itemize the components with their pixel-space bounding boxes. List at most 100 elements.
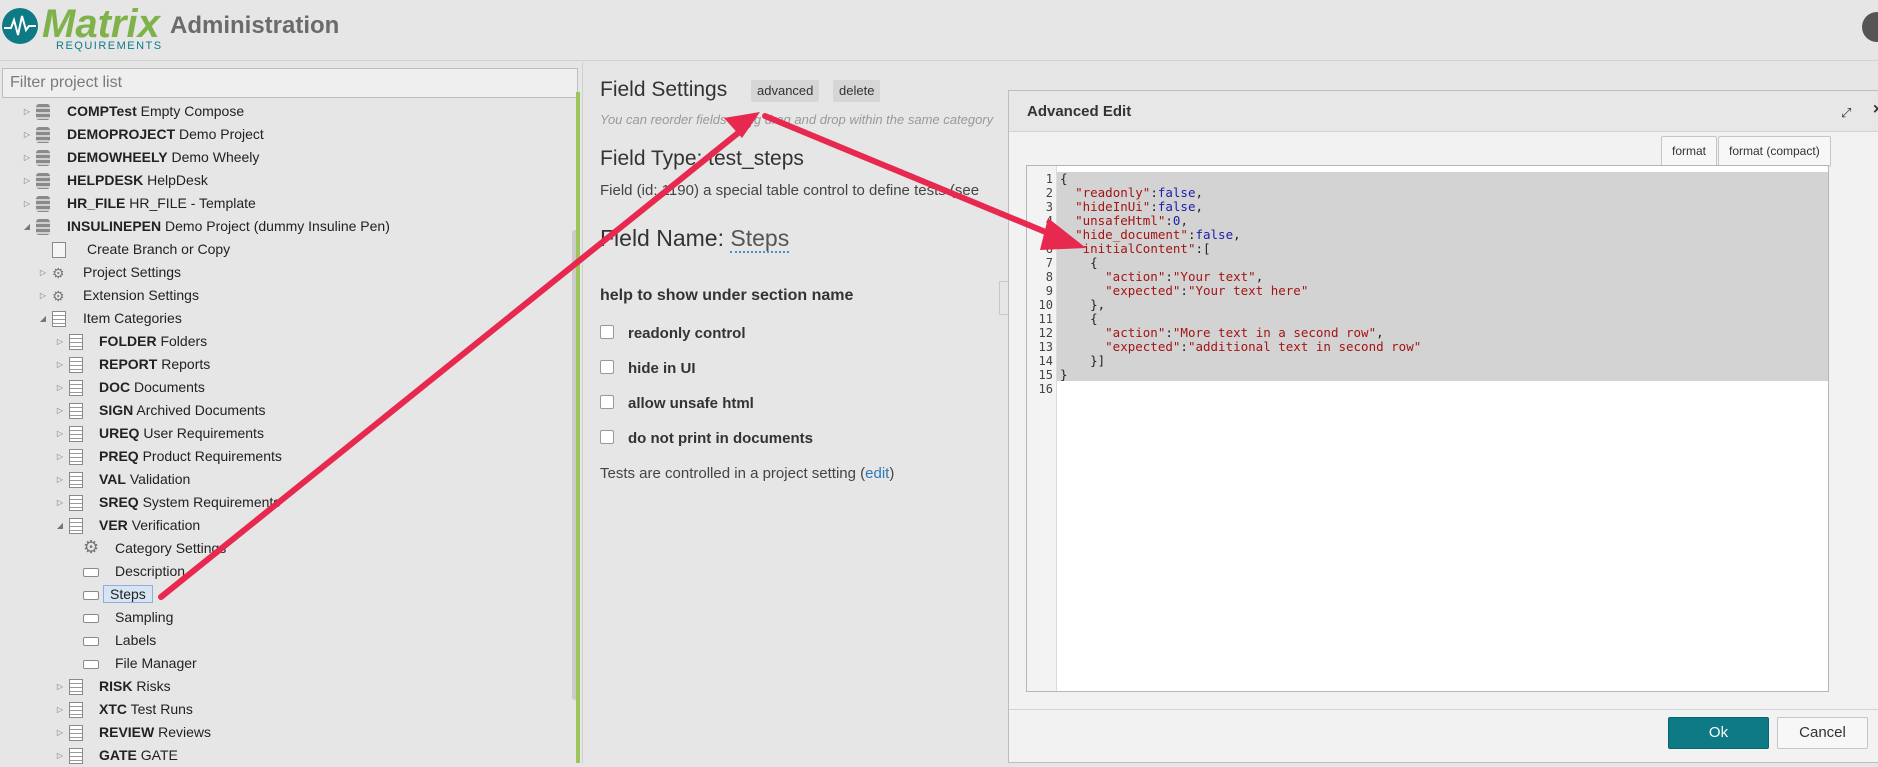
category-icon — [69, 679, 83, 695]
tree-item-insulinepen[interactable]: ◢ INSULINEPEN Demo Project (dummy Insuli… — [22, 215, 390, 238]
option-hide-ui[interactable]: hide in UI — [600, 360, 696, 377]
tree-item-ver[interactable]: ◢ VER Verification — [55, 514, 200, 537]
dialog-titlebar[interactable]: Advanced Edit ⤢ × — [1009, 91, 1878, 132]
expand-arrow-icon[interactable]: ▷ — [55, 445, 65, 468]
tree-item-helpdesk[interactable]: ▷ HELPDESK HelpDesk — [22, 169, 208, 192]
readonly-checkbox[interactable] — [600, 325, 614, 339]
field-icon — [83, 591, 99, 600]
cancel-button[interactable]: Cancel — [1777, 717, 1868, 749]
collapse-arrow-icon[interactable]: ◢ — [55, 514, 65, 537]
project-name: HelpDesk — [147, 172, 208, 188]
expand-arrow-icon[interactable]: ▷ — [55, 721, 65, 744]
tree-item-extension-settings[interactable]: ▷ ⚙ Extension Settings — [38, 284, 199, 307]
option-no-print[interactable]: do not print in documents — [600, 430, 813, 447]
expand-arrow-icon[interactable]: ▷ — [55, 698, 65, 721]
tree-item-ureq[interactable]: ▷ UREQ User Requirements — [55, 422, 264, 445]
filter-project-input[interactable] — [2, 68, 578, 98]
expand-arrow-icon[interactable]: ▷ — [55, 399, 65, 422]
database-icon — [36, 219, 50, 235]
project-name: Empty Compose — [140, 103, 245, 119]
tree-item-item-categories[interactable]: ◢ Item Categories — [38, 307, 182, 330]
expand-arrow-icon[interactable]: ▷ — [55, 422, 65, 445]
edit-link[interactable]: edit — [865, 465, 889, 482]
tree-item-description[interactable]: Description — [83, 560, 185, 583]
expand-arrow-icon[interactable]: ▷ — [55, 491, 65, 514]
field-name-value[interactable]: Steps — [730, 225, 790, 253]
code-line: { — [1060, 311, 1098, 326]
code-line: }, — [1060, 297, 1106, 312]
field-icon — [83, 660, 99, 669]
tree-item-sreq[interactable]: ▷ SREQ System Requirements — [55, 491, 280, 514]
option-unsafe-html[interactable]: allow unsafe html — [600, 395, 754, 412]
category-name: Risks — [136, 678, 171, 694]
category-key: PREQ — [99, 448, 139, 464]
expand-arrow-icon[interactable]: ▷ — [22, 192, 32, 215]
tree-item-create-branch[interactable]: Create Branch or Copy — [52, 238, 230, 261]
expand-arrow-icon[interactable]: ▷ — [22, 169, 32, 192]
project-key: HR_FILE — [67, 195, 126, 211]
json-code-editor[interactable]: 1 2 3 4 5 6 7 8 9 10 11 12 13 14 15 16 {… — [1026, 165, 1829, 692]
tree-item-doc[interactable]: ▷ DOC Documents — [55, 376, 205, 399]
expand-arrow-icon[interactable]: ▷ — [38, 284, 48, 307]
category-name: Product Requirements — [142, 448, 282, 464]
tree-item-hr-file[interactable]: ▷ HR_FILE HR_FILE - Template — [22, 192, 256, 215]
tree-label: Extension Settings — [83, 287, 199, 303]
format-compact-button[interactable]: format (compact) — [1718, 136, 1831, 167]
tree-label: File Manager — [115, 655, 197, 671]
hide-ui-checkbox[interactable] — [600, 360, 614, 374]
splitter-handle[interactable] — [576, 92, 580, 763]
expand-arrow-icon[interactable]: ▷ — [55, 330, 65, 353]
maximize-icon[interactable]: ⤢ — [1841, 105, 1851, 121]
delete-button[interactable]: delete — [833, 80, 881, 102]
expand-arrow-icon[interactable]: ▷ — [38, 261, 48, 284]
expand-arrow-icon[interactable]: ▷ — [55, 468, 65, 491]
field-type-heading: Field Type: test_steps — [600, 147, 804, 170]
collapse-arrow-icon[interactable]: ◢ — [38, 307, 48, 330]
user-avatar[interactable] — [1862, 12, 1878, 42]
tree-item-comptest[interactable]: ▷ COMPTest Empty Compose — [22, 100, 244, 123]
tree-item-val[interactable]: ▷ VAL Validation — [55, 468, 190, 491]
category-key: FOLDER — [99, 333, 157, 349]
code-line: "hideInUi":false, — [1075, 199, 1204, 214]
no-print-checkbox[interactable] — [600, 430, 614, 444]
expand-arrow-icon[interactable]: ▷ — [55, 353, 65, 376]
category-name: User Requirements — [143, 425, 264, 441]
collapse-arrow-icon[interactable]: ◢ — [22, 215, 32, 238]
tree-item-xtc[interactable]: ▷ XTC Test Runs — [55, 698, 193, 721]
tree-item-risk[interactable]: ▷ RISK Risks — [55, 675, 171, 698]
tree-item-sign[interactable]: ▷ SIGN Archived Documents — [55, 399, 266, 422]
tree-item-category-settings[interactable]: ⚙ Category Settings — [83, 537, 226, 560]
line-number-gutter: 1 2 3 4 5 6 7 8 9 10 11 12 13 14 15 16 — [1027, 166, 1057, 691]
unsafe-html-checkbox[interactable] — [600, 395, 614, 409]
category-key: XTC — [99, 701, 127, 717]
ok-button[interactable]: Ok — [1668, 717, 1769, 749]
expand-arrow-icon[interactable]: ▷ — [55, 744, 65, 767]
tree-item-folder[interactable]: ▷ FOLDER Folders — [55, 330, 207, 353]
tree-item-steps[interactable]: Steps — [83, 583, 153, 606]
category-icon — [69, 380, 83, 396]
expand-arrow-icon[interactable]: ▷ — [55, 675, 65, 698]
code-line: { — [1060, 255, 1098, 270]
tree-item-labels[interactable]: Labels — [83, 629, 156, 652]
tree-item-demowheely[interactable]: ▷ DEMOWHEELY Demo Wheely — [22, 146, 259, 169]
tree-item-project-settings[interactable]: ▷ ⚙ Project Settings — [38, 261, 181, 284]
project-key: DEMOPROJECT — [67, 126, 176, 142]
close-icon[interactable]: × — [1873, 101, 1878, 119]
tree-label: Item Categories — [83, 310, 182, 326]
tree-item-sampling[interactable]: Sampling — [83, 606, 173, 629]
tree-item-gate[interactable]: ▷ GATE GATE — [55, 744, 178, 767]
tree-item-preq[interactable]: ▷ PREQ Product Requirements — [55, 445, 282, 468]
option-readonly[interactable]: readonly control — [600, 325, 746, 342]
expand-arrow-icon[interactable]: ▷ — [55, 376, 65, 399]
advanced-button[interactable]: advanced — [751, 80, 820, 102]
expand-arrow-icon[interactable]: ▷ — [22, 146, 32, 169]
tree-item-review[interactable]: ▷ REVIEW Reviews — [55, 721, 211, 744]
tree-item-report[interactable]: ▷ REPORT Reports — [55, 353, 210, 376]
expand-arrow-icon[interactable]: ▷ — [22, 100, 32, 123]
line-number: 8 — [1045, 270, 1053, 284]
category-key: VAL — [99, 471, 126, 487]
tree-item-file-manager[interactable]: File Manager — [83, 652, 197, 675]
expand-arrow-icon[interactable]: ▷ — [22, 123, 32, 146]
tree-item-demoproject[interactable]: ▷ DEMOPROJECT Demo Project — [22, 123, 264, 146]
format-button[interactable]: format — [1661, 136, 1718, 167]
